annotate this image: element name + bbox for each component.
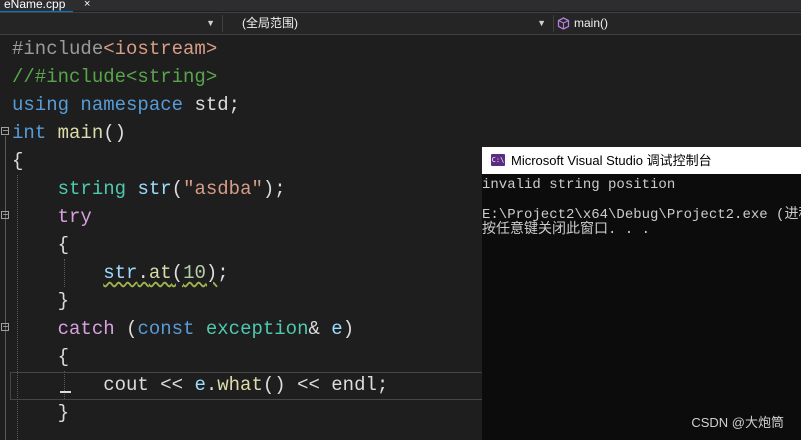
chevron-down-icon[interactable]: ▼ <box>206 13 215 34</box>
watermark: CSDN @大炮筒 <box>691 415 784 430</box>
debug-console-window[interactable]: C:\ Microsoft Visual Studio 调试控制台 invali… <box>482 147 801 440</box>
code-line[interactable]: str.at(10); <box>12 259 229 287</box>
code-token: () <box>103 122 127 144</box>
console-line: 按任意键关闭此窗口. . . <box>482 222 651 238</box>
code-line[interactable]: catch (const exception& e) <box>12 315 355 343</box>
code-token: ( <box>114 318 138 340</box>
scope-dropdown[interactable]: (全局范围) ▼ <box>226 13 552 34</box>
code-line[interactable]: using namespace std; <box>12 91 240 119</box>
code-token: e <box>194 374 206 396</box>
code-line[interactable]: int main() <box>12 119 126 147</box>
code-token: what <box>217 374 263 396</box>
code-line[interactable]: } <box>12 287 69 315</box>
text-cursor <box>60 391 71 393</box>
code-token: . <box>137 262 149 284</box>
code-token: std; <box>183 94 241 116</box>
code-line[interactable]: { <box>12 231 69 259</box>
code-token: namespace <box>80 94 184 116</box>
code-line[interactable]: { <box>12 343 69 371</box>
code-token: at <box>148 262 172 284</box>
console-title: Microsoft Visual Studio 调试控制台 <box>511 153 712 168</box>
console-output: invalid string position E:\Project2\x64\D… <box>482 178 801 238</box>
console-app-icon: C:\ <box>491 154 505 166</box>
collapse-toggle-icon[interactable]: − <box>1 211 9 219</box>
chevron-down-icon[interactable]: ▼ <box>537 13 546 34</box>
outline-line <box>5 136 6 440</box>
cube-icon <box>557 17 570 30</box>
code-token: //#include<string> <box>12 66 218 88</box>
code-token: main <box>57 122 104 144</box>
code-line[interactable]: } <box>12 399 69 427</box>
scope-dropdown-label: (全局范围) <box>242 16 298 30</box>
tab-filename[interactable]: eName.cpp <box>4 0 65 11</box>
code-line[interactable]: string str("asdba"); <box>12 175 286 203</box>
document-tab-strip: eName.cpp × <box>0 0 801 13</box>
code-token: ) <box>205 262 218 284</box>
code-token: ) <box>342 318 355 340</box>
code-token: . <box>205 374 218 396</box>
collapse-toggle-icon[interactable]: − <box>1 127 9 135</box>
code-token: int <box>12 122 47 144</box>
code-token: using <box>12 94 70 116</box>
code-line[interactable]: cout << e.what() << endl; <box>12 371 388 399</box>
console-line: invalid string position <box>482 177 676 193</box>
code-token: str <box>137 178 172 200</box>
code-line[interactable]: try <box>12 203 92 231</box>
code-token: ); <box>262 178 286 200</box>
code-line[interactable]: { <box>12 147 23 175</box>
code-token: #include <box>12 38 104 60</box>
code-token: <iostream> <box>103 38 218 60</box>
code-token: "asdba" <box>183 178 263 200</box>
code-token: () << endl; <box>262 374 389 396</box>
code-token: catch <box>57 318 115 340</box>
code-line[interactable]: #include<iostream> <box>12 35 217 63</box>
nav-divider <box>222 15 223 32</box>
console-line: E:\Project2\x64\Debug\Project2.exe (进程 <box>482 207 801 223</box>
member-dropdown[interactable]: main() <box>557 13 801 34</box>
tab-close-icon[interactable]: × <box>84 0 90 10</box>
code-token: ( <box>171 178 184 200</box>
console-title-bar[interactable]: C:\ Microsoft Visual Studio 调试控制台 <box>482 147 801 174</box>
navigation-bar: ▼ (全局范围) ▼ main() <box>0 12 801 35</box>
code-token: ; <box>217 262 229 284</box>
project-dropdown[interactable]: ▼ <box>0 13 221 34</box>
code-token: & <box>308 318 332 340</box>
code-token: } <box>12 402 70 424</box>
code-token: str <box>103 262 138 284</box>
member-dropdown-label: main() <box>574 16 609 30</box>
code-token: const <box>137 318 195 340</box>
collapse-toggle-icon[interactable]: − <box>1 323 9 331</box>
code-token: { <box>12 150 24 172</box>
code-token: { <box>12 346 70 368</box>
code-token: e <box>331 318 343 340</box>
code-token: string <box>57 178 127 200</box>
code-token: } <box>12 290 70 312</box>
code-token: 10 <box>183 262 206 284</box>
code-token: try <box>57 206 92 228</box>
code-token: cout << <box>12 374 195 396</box>
nav-divider <box>553 15 554 32</box>
code-token: exception <box>205 318 309 340</box>
code-token: { <box>12 234 70 256</box>
code-line[interactable]: //#include<string> <box>12 63 217 91</box>
code-token: ( <box>171 262 184 284</box>
